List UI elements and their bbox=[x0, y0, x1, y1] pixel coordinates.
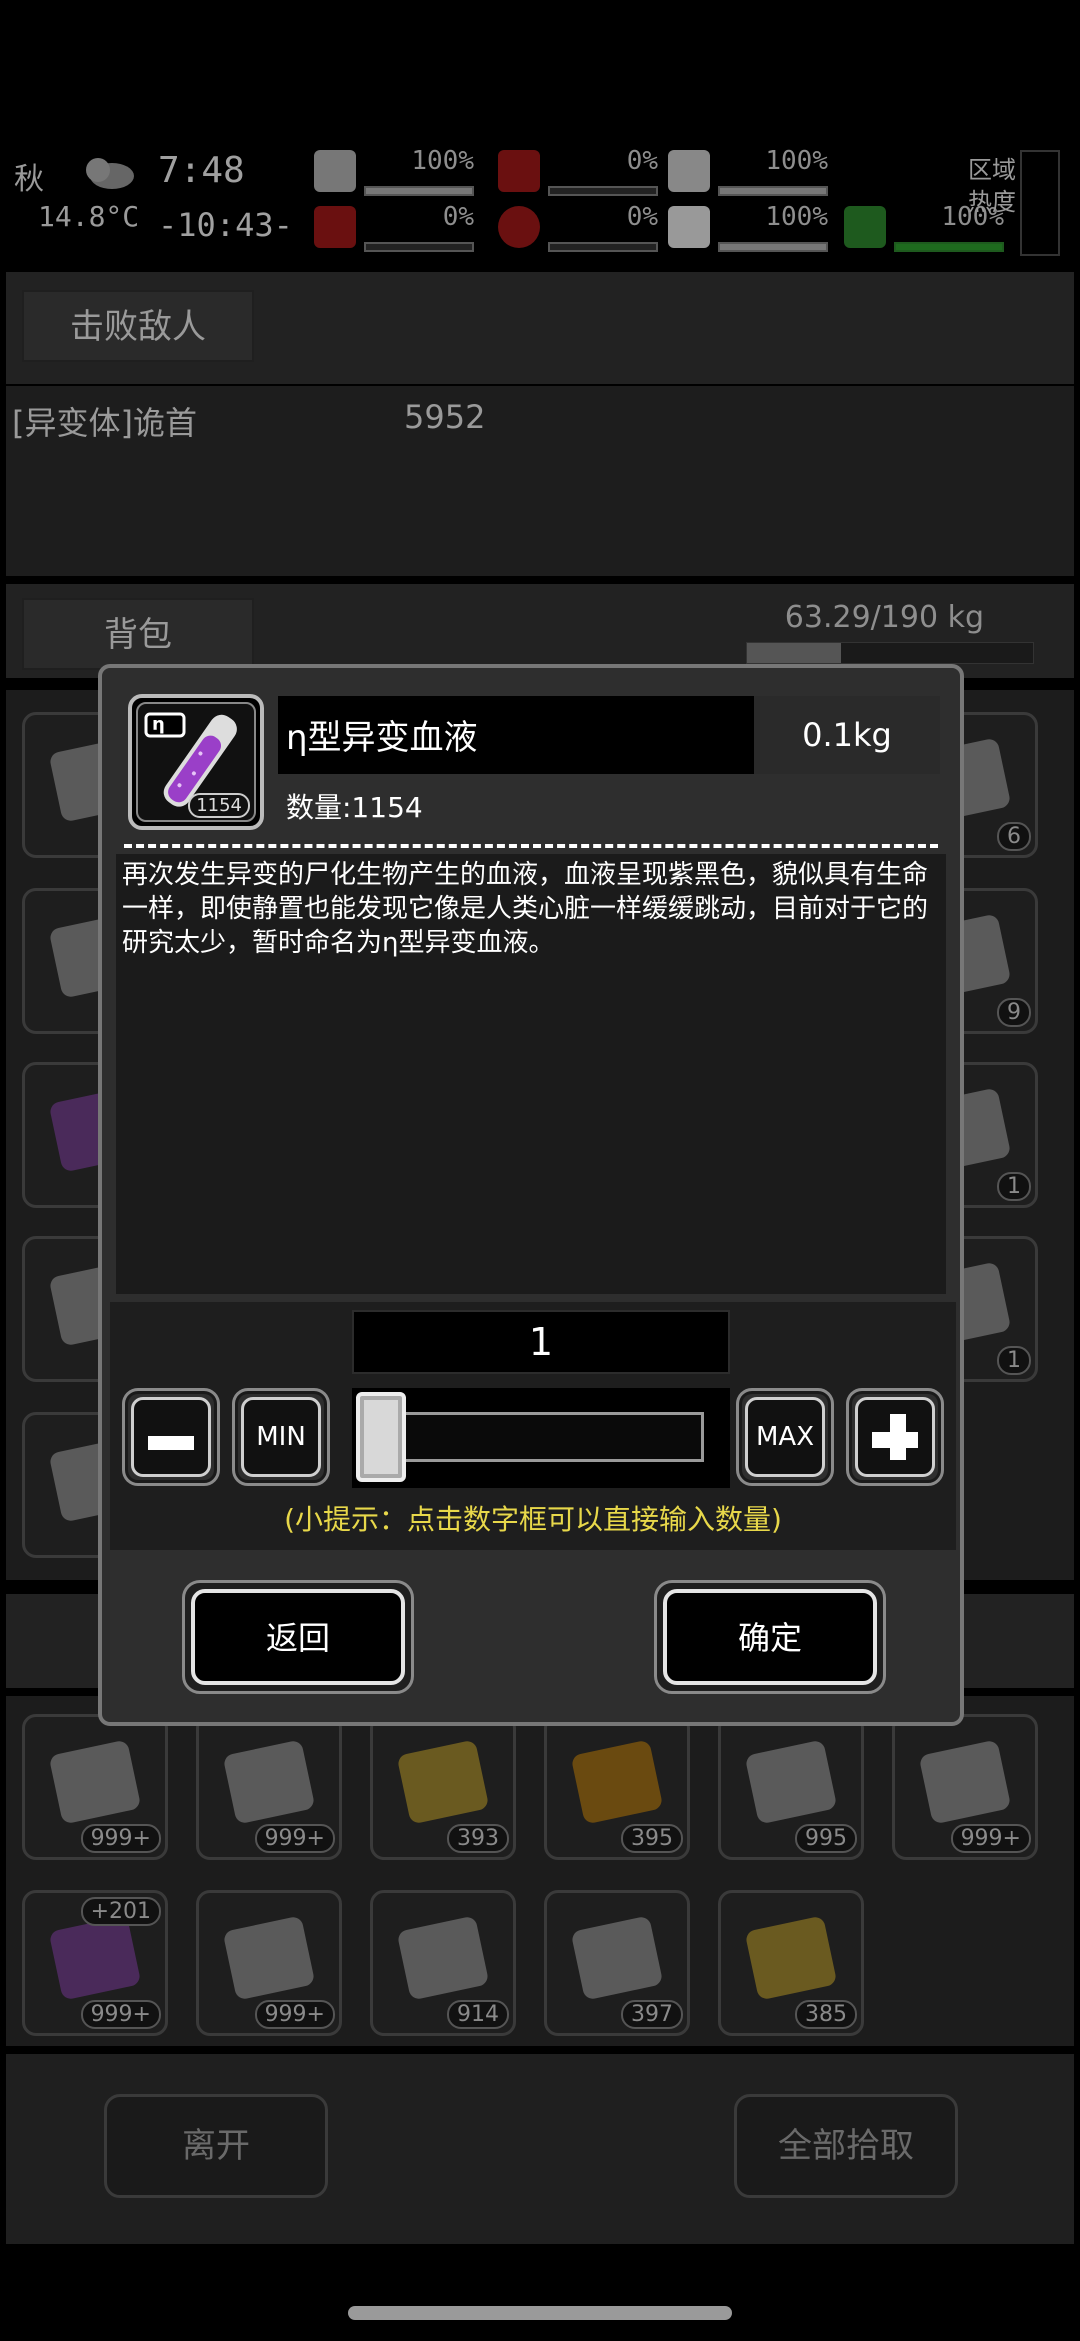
increment-button[interactable] bbox=[846, 1388, 944, 1486]
heart-icon bbox=[668, 206, 710, 248]
home-indicator[interactable] bbox=[348, 2306, 732, 2320]
clock-time: 7:48 bbox=[158, 150, 245, 191]
item-icon-frame: η 1154 bbox=[128, 694, 264, 830]
ground-slot[interactable]: 385 bbox=[718, 1890, 864, 2036]
slider-thumb[interactable] bbox=[356, 1392, 406, 1482]
ground-slot[interactable]: 995 bbox=[718, 1714, 864, 1860]
confirm-button[interactable]: 确定 bbox=[654, 1580, 886, 1694]
boot-icon bbox=[844, 206, 886, 248]
item-quantity: 数量:1154 bbox=[286, 791, 423, 824]
region-heat-label: 区域热度 bbox=[968, 156, 1016, 216]
temperature: 14.8°C bbox=[38, 200, 140, 233]
backpack-weight: 63.29/190 kg bbox=[784, 600, 984, 635]
stat-bleed: 0% bbox=[314, 202, 474, 252]
stat-health: 100% bbox=[668, 202, 828, 252]
item-name: η型异变血液 bbox=[286, 718, 478, 758]
ground-slot[interactable]: 393 bbox=[370, 1714, 516, 1860]
item-header: η型异变血液 0.1kg bbox=[278, 696, 940, 774]
wound-icon bbox=[314, 206, 356, 248]
ground-slot[interactable]: 999+ bbox=[22, 1714, 168, 1860]
item-weight: 0.1kg bbox=[754, 696, 940, 774]
blood-drop-icon bbox=[498, 206, 540, 248]
stat-blood: 0% bbox=[498, 202, 658, 252]
backpack-weight-bar bbox=[746, 642, 1034, 664]
ground-slot[interactable]: 999+ bbox=[196, 1890, 342, 2036]
stat-bar-fill bbox=[720, 188, 826, 194]
ground-slot[interactable]: 397 bbox=[544, 1890, 690, 2036]
stat-bar-fill bbox=[720, 244, 826, 250]
ground-slot[interactable]: +201 999+ bbox=[22, 1890, 168, 2036]
quantity-slider[interactable] bbox=[352, 1388, 730, 1488]
back-button[interactable]: 返回 bbox=[182, 1580, 414, 1694]
item-icon-label: η bbox=[152, 714, 165, 735]
stat-bar-fill bbox=[366, 188, 472, 194]
decrement-button[interactable] bbox=[122, 1388, 220, 1486]
ground-slot[interactable]: 999+ bbox=[892, 1714, 1038, 1860]
clock-countdown: -10:43- bbox=[158, 206, 293, 244]
stomach-icon bbox=[498, 150, 540, 192]
max-button[interactable]: MAX bbox=[736, 1388, 834, 1486]
slider-track bbox=[360, 1412, 704, 1462]
stat-medkit: 100% bbox=[314, 146, 474, 196]
stat-bar-fill bbox=[896, 244, 1002, 250]
region-heat-meter bbox=[1020, 150, 1060, 256]
backpack-section-title: 背包 bbox=[22, 598, 254, 670]
minus-icon bbox=[148, 1436, 194, 1450]
status-bar: 秋 14.8°C 7:48 -10:43- 100% 0% 100% 0% 0% bbox=[8, 140, 1072, 265]
medkit-icon bbox=[314, 150, 356, 192]
item-description-panel: 再次发生异变的尸化生物产生的血液，血液呈现紫黑色，貌似具有生命一样，即使静置也能… bbox=[116, 854, 946, 1294]
min-button[interactable]: MIN bbox=[232, 1388, 330, 1486]
pickup-all-button[interactable]: 全部拾取 bbox=[734, 2094, 958, 2198]
item-icon-count: 1154 bbox=[188, 793, 250, 818]
ground-slot[interactable]: 914 bbox=[370, 1890, 516, 2036]
leave-button[interactable]: 离开 bbox=[104, 2094, 328, 2198]
quantity-panel: 1 MIN MAX (小提示：点击数字框可以直接输入数量) bbox=[110, 1302, 956, 1550]
divider bbox=[124, 844, 938, 848]
enemy-value: 5952 bbox=[404, 398, 486, 436]
stat-hunger: 0% bbox=[498, 146, 658, 196]
enemy-name: [异变体]诡首 bbox=[12, 404, 197, 442]
quantity-input[interactable]: 1 bbox=[352, 1310, 730, 1374]
ground-slot[interactable]: 999+ bbox=[196, 1714, 342, 1860]
defeat-section-title: 击败敌人 bbox=[22, 290, 254, 362]
quantity-hint: (小提示：点击数字框可以直接输入数量) bbox=[284, 1503, 782, 1536]
stat-water: 100% bbox=[668, 146, 828, 196]
canteen-icon bbox=[668, 150, 710, 192]
ground-slot[interactable]: 395 bbox=[544, 1714, 690, 1860]
item-quantity-dialog: η 1154 η型异变血液 0.1kg 数量:1154 再次发生异变的尸化生物产… bbox=[98, 664, 964, 1726]
season-label: 秋 bbox=[14, 162, 44, 197]
item-description: 再次发生异变的尸化生物产生的血液，血液呈现紫黑色，貌似具有生命一样，即使静置也能… bbox=[122, 860, 929, 958]
weather-icon bbox=[86, 158, 134, 189]
